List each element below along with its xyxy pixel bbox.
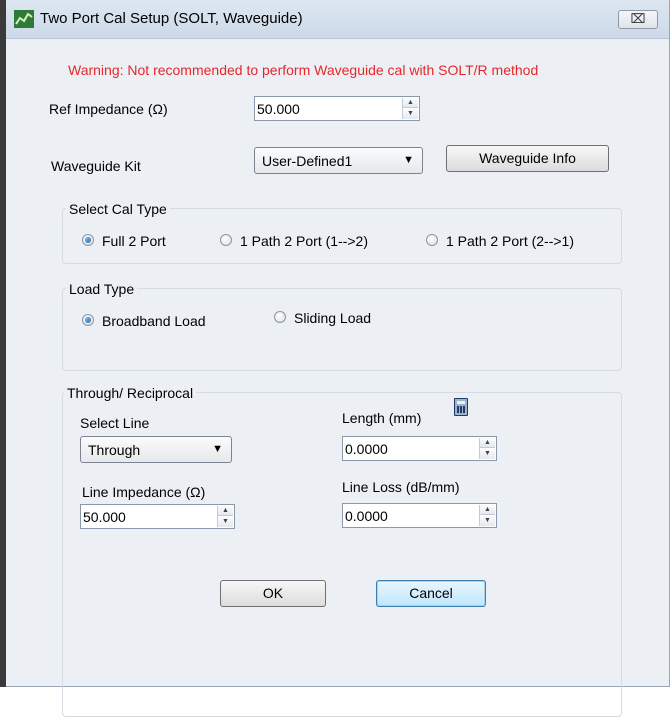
length-spin-arrows[interactable]: ▲ ▼ [479,438,495,459]
length-spinbox[interactable]: ▲ ▼ [342,436,497,461]
chevron-down-icon: ▼ [212,443,223,455]
line-impedance-input[interactable] [83,507,213,526]
spin-up-icon[interactable]: ▲ [218,506,233,516]
app-icon [14,10,34,28]
spin-down-icon[interactable]: ▼ [480,449,495,459]
radio-label: 1 Path 2 Port (2-->1) [446,233,575,249]
close-button[interactable]: ⌧ [618,10,658,29]
radio-unselected-icon [220,234,232,246]
radio-label: 1 Path 2 Port (1-->2) [240,233,369,249]
line-loss-spinbox[interactable]: ▲ ▼ [342,503,497,528]
dialog-window: Two Port Cal Setup (SOLT, Waveguide) ⌧ W… [6,0,670,717]
line-loss-label: Line Loss (dB/mm) [342,479,460,495]
radio-selected-icon [82,234,94,246]
spin-up-icon[interactable]: ▲ [480,505,495,515]
radio-unselected-icon [426,234,438,246]
ref-impedance-input[interactable] [257,99,397,118]
spin-down-icon[interactable]: ▼ [480,516,495,526]
line-impedance-spinbox[interactable]: ▲ ▼ [80,504,235,529]
radio-selected-icon [82,314,94,326]
radio-label: Full 2 Port [102,233,166,249]
ok-button[interactable]: OK [220,580,326,607]
line-loss-input[interactable] [345,506,475,525]
line-impedance-spin-arrows[interactable]: ▲ ▼ [217,506,233,527]
spin-up-icon[interactable]: ▲ [403,98,418,108]
waveguide-kit-dropdown[interactable]: User-Defined1 ▼ [254,147,423,174]
load-type-group [62,288,622,371]
line-impedance-label: Line Impedance (Ω) [82,484,206,500]
radio-label: Broadband Load [102,313,206,329]
spin-down-icon[interactable]: ▼ [218,517,233,527]
calculator-icon[interactable] [454,398,468,416]
select-line-dropdown[interactable]: Through ▼ [80,436,232,463]
cal-type-group-title: Select Cal Type [66,201,170,217]
ref-impedance-label: Ref Impedance (Ω) [49,101,168,117]
close-icon: ⌧ [630,11,646,26]
waveguide-kit-label: Waveguide Kit [51,158,141,174]
warning-message: Warning: Not recommended to perform Wave… [68,62,539,78]
title-bar[interactable]: Two Port Cal Setup (SOLT, Waveguide) ⌧ [6,0,669,39]
ref-impedance-spin-arrows[interactable]: ▲ ▼ [402,98,418,119]
select-line-value: Through [88,442,141,458]
spin-up-icon[interactable]: ▲ [480,438,495,448]
ref-impedance-spinbox[interactable]: ▲ ▼ [254,96,420,121]
radio-unselected-icon [274,311,286,323]
length-input[interactable] [345,439,475,458]
dialog-title: Two Port Cal Setup (SOLT, Waveguide) [40,10,303,27]
length-label: Length (mm) [342,410,422,426]
line-loss-spin-arrows[interactable]: ▲ ▼ [479,505,495,526]
chevron-down-icon: ▼ [403,154,414,166]
waveguide-kit-value: User-Defined1 [262,153,353,169]
spin-down-icon[interactable]: ▼ [403,109,418,119]
cancel-button[interactable]: Cancel [376,580,486,607]
waveguide-info-button[interactable]: Waveguide Info [446,145,609,172]
select-line-label: Select Line [80,415,150,431]
through-reciprocal-group-title: Through/ Reciprocal [64,385,197,401]
radio-label: Sliding Load [294,310,372,326]
load-type-group-title: Load Type [66,281,138,297]
